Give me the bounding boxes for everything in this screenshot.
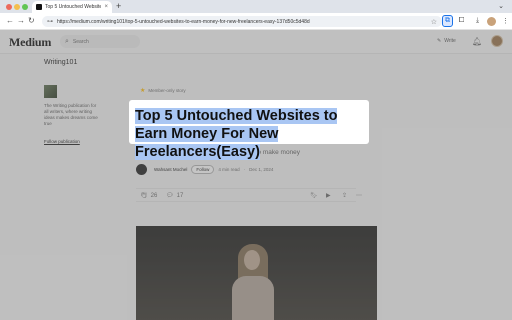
publish-date: Dec 1, 2024 [249, 167, 274, 172]
new-tab-icon[interactable]: + [116, 1, 121, 12]
article-hero-image [136, 226, 377, 320]
write-button[interactable]: ✎ Write [437, 38, 456, 44]
follow-author-button[interactable]: Follow [191, 165, 215, 174]
bookmark-star-icon[interactable]: ☆ [431, 18, 437, 26]
medium-favicon-icon [36, 4, 42, 10]
member-star-icon: ★ [140, 88, 146, 94]
browser-tab[interactable]: Top 5 Untouched Websites to × [32, 1, 112, 13]
member-only-label: ★ Member-only story [140, 87, 186, 94]
more-options-icon[interactable]: ⋯ [356, 192, 362, 199]
reload-icon[interactable]: ↻ [28, 16, 35, 26]
search-input[interactable] [72, 38, 133, 45]
maximize-window-button[interactable] [22, 4, 28, 10]
bookmark-icon[interactable]: 🔖︎ [310, 192, 318, 199]
minimize-window-button[interactable] [14, 4, 20, 10]
byline: Wahsant Mochel Follow 4 min read · Dec 1… [136, 164, 273, 175]
close-window-button[interactable] [6, 4, 12, 10]
responses-button[interactable]: 💬︎ 17 [166, 192, 184, 200]
read-time: 4 min read [218, 167, 240, 172]
clap-count: 26 [150, 192, 158, 199]
author-name[interactable]: Wahsant Mochel [154, 167, 187, 172]
clap-button[interactable]: 👏︎ 26 [140, 192, 158, 200]
extension-active-icon[interactable]: ⧉ [442, 15, 453, 27]
browser-tab-bar: Top 5 Untouched Websites to × + ⌄ [0, 0, 512, 13]
search-box[interactable]: ⌕ [60, 35, 140, 48]
article-title-focused-text[interactable]: Top 5 Untouched Websites to Earn Money F… [135, 108, 338, 160]
listen-icon[interactable]: ▶ [326, 192, 331, 199]
member-text: Member-only story [148, 88, 186, 93]
page-content: Medium ⌕ ✎ Write 🔔︎ Writing101 The Writi… [0, 30, 512, 320]
download-icon[interactable]: ⤓ [472, 15, 483, 27]
share-icon[interactable]: ⇪ [342, 192, 347, 199]
publication-description: The Writing publication for all writers,… [44, 103, 98, 126]
comment-icon: 💬︎ [166, 193, 174, 199]
author-avatar[interactable] [136, 164, 147, 175]
tab-close-icon[interactable]: × [104, 4, 108, 10]
tab-title: Top 5 Untouched Websites to [45, 4, 102, 10]
url-text[interactable]: https://medium.com/writing101/top-5-unto… [57, 19, 427, 25]
browser-menu-icon[interactable]: ⋮ [500, 15, 511, 27]
publication-logo[interactable] [44, 85, 57, 98]
publication-name[interactable]: Writing101 [44, 59, 77, 66]
forward-icon[interactable]: → [17, 16, 25, 26]
notifications-bell-icon[interactable]: 🔔︎ [472, 37, 482, 46]
back-icon[interactable]: ← [6, 16, 14, 26]
write-icon: ✎ [437, 38, 442, 44]
response-count: 17 [176, 192, 184, 199]
browser-toolbar: ← → ↻ ⊶ https://medium.com/writing101/to… [0, 13, 512, 30]
article-title-focused[interactable]: Top 5 Untouched Websites to Earn Money F… [135, 107, 361, 161]
site-info-icon[interactable]: ⊶ [47, 18, 53, 25]
tab-menu-chevron-icon[interactable]: ⌄ [498, 2, 504, 10]
clap-icon: 👏︎ [140, 193, 148, 199]
search-icon: ⌕ [65, 37, 69, 45]
puzzle-extension-icon[interactable]: ⧠ [456, 15, 467, 27]
address-bar[interactable]: ⊶ https://medium.com/writing101/top-5-un… [42, 16, 442, 27]
profile-icon[interactable] [486, 15, 497, 27]
user-avatar[interactable] [491, 35, 503, 47]
write-label: Write [444, 38, 456, 44]
article-actions-bar: 👏︎ 26 💬︎ 17 🔖︎ ▶ ⇪ ⋯ [136, 188, 362, 202]
meta-separator: · [243, 167, 246, 172]
medium-logo[interactable]: Medium [9, 35, 51, 50]
site-header: Medium ⌕ ✎ Write 🔔︎ [0, 30, 512, 54]
follow-publication-link[interactable]: Follow publication [44, 139, 80, 144]
